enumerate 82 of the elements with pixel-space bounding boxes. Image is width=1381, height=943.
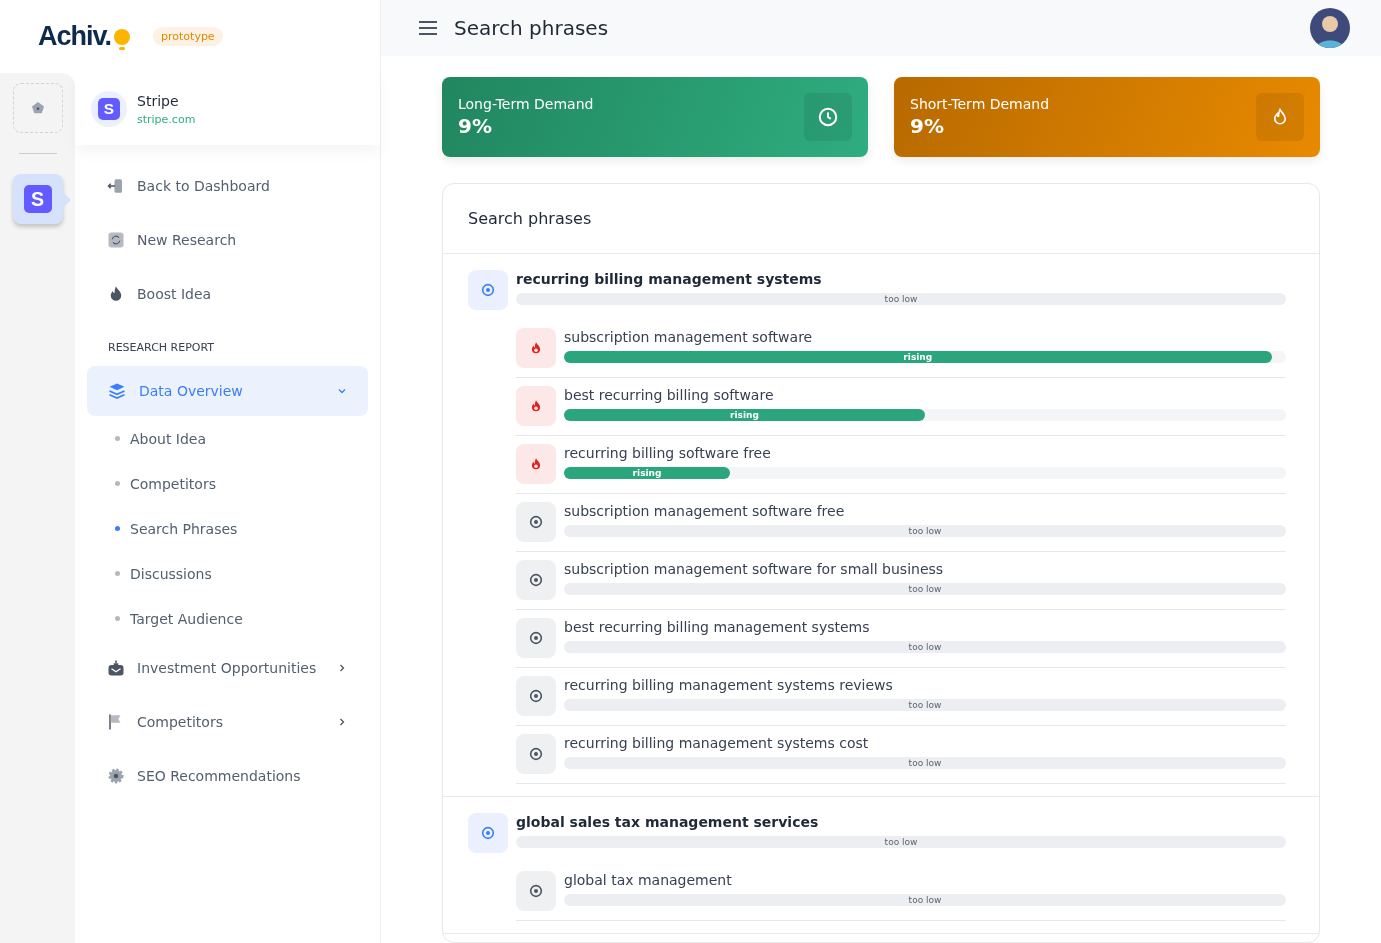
target-icon <box>528 746 544 762</box>
inbox-icon <box>107 659 125 677</box>
stat-label: Long-Term Demand <box>458 96 595 112</box>
submenu-item[interactable]: Search Phrases <box>75 506 380 551</box>
company-name: Stripe <box>137 92 180 109</box>
submenu-label: About Idea <box>130 430 207 447</box>
phrase-text: global sales tax management services <box>516 814 820 830</box>
section-heading: RESEARCH REPORT <box>107 340 216 356</box>
card-title: Search phrases <box>443 184 1319 254</box>
nav-label: Boost Idea <box>137 286 212 302</box>
target-icon <box>480 282 496 298</box>
phrase-text: recurring billing management systems <box>516 271 823 287</box>
submenu-item[interactable]: Discussions <box>75 551 380 596</box>
target-icon <box>528 572 544 588</box>
layers-icon <box>107 381 127 401</box>
menu-group[interactable]: Investment Opportunities <box>87 643 368 693</box>
lightbulb-icon <box>113 28 132 52</box>
avatar[interactable] <box>1310 8 1350 48</box>
target-icon <box>480 825 496 841</box>
phrase-text: global tax management <box>564 872 733 888</box>
menu-group[interactable]: SEO Recommendations <box>87 751 368 801</box>
menu-label: Investment Opportunities <box>137 660 318 676</box>
trend-label: too low <box>884 837 918 847</box>
trend-label: too low <box>908 758 942 768</box>
page-title: Search phrases <box>454 16 610 40</box>
trend-label: rising <box>632 468 662 478</box>
gear-icon <box>107 767 125 785</box>
submenu-label: Competitors <box>130 475 216 492</box>
tile-pointer <box>62 192 71 208</box>
submenu-label: Target Audience <box>130 610 243 627</box>
trend-label: too low <box>908 895 942 905</box>
flame-icon <box>529 457 543 471</box>
menu-icon[interactable] <box>418 20 438 36</box>
nav-item[interactable]: New Research <box>75 213 380 267</box>
menu-label: Competitors <box>137 714 224 730</box>
phrase-text: best recurring billing management systems <box>564 619 871 635</box>
nav-item[interactable]: Back to Dashboard <box>75 159 380 213</box>
company-domain: stripe.com <box>137 112 196 126</box>
trend-label: too low <box>908 642 942 652</box>
submenu-label: Search Phrases <box>130 520 238 537</box>
flame-icon <box>529 341 543 355</box>
target-icon <box>528 630 544 646</box>
target-icon <box>528 688 544 704</box>
prototype-badge: prototype <box>153 27 223 46</box>
menu-label: SEO Recommendations <box>137 768 302 784</box>
phrase-text: recurring billing software free <box>564 445 772 461</box>
trend-label: rising <box>903 352 933 362</box>
menu-label: Data Overview <box>139 383 244 399</box>
phrase-text: best recurring billing software <box>564 387 775 403</box>
stat-value: 9% <box>458 114 493 138</box>
submenu-label: Discussions <box>130 565 212 582</box>
menu-group[interactable]: Data Overview <box>87 366 368 416</box>
menu-group[interactable]: Competitors <box>87 697 368 747</box>
home-tile[interactable] <box>12 83 63 133</box>
phrase-text: subscription management software free <box>564 503 846 519</box>
target-icon <box>528 514 544 530</box>
submenu-item[interactable]: Target Audience <box>75 596 380 641</box>
phrase-text: recurring billing management systems cost <box>564 735 870 751</box>
phrase-text: subscription management software <box>564 329 814 345</box>
exit-icon <box>107 177 125 195</box>
flame-icon <box>529 399 543 413</box>
nav-label: New Research <box>137 232 237 248</box>
logo: Achiv. <box>38 21 112 52</box>
phrase-text: subscription management software for small business <box>564 561 945 577</box>
phrase-text: recurring billing management systems reviews <box>564 677 894 693</box>
flame-icon <box>1271 108 1289 126</box>
clock-icon <box>817 106 839 128</box>
refresh-icon <box>107 231 125 249</box>
trend-label: too low <box>884 294 918 304</box>
stat-label: Short-Term Demand <box>910 96 1051 112</box>
trend-label: rising <box>730 410 759 420</box>
trend-label: too low <box>908 700 942 710</box>
stat-value: 9% <box>910 114 945 138</box>
submenu-item[interactable]: Competitors <box>75 461 380 506</box>
trend-label: too low <box>908 584 942 594</box>
company-logo: S <box>23 185 52 213</box>
submenu-item[interactable]: About Idea <box>75 416 380 461</box>
target-icon <box>528 883 544 899</box>
nav-label: Back to Dashboard <box>137 178 270 194</box>
trend-label: too low <box>908 526 942 536</box>
company-logo: S <box>98 98 120 120</box>
nav-item[interactable]: Boost Idea <box>75 267 380 321</box>
